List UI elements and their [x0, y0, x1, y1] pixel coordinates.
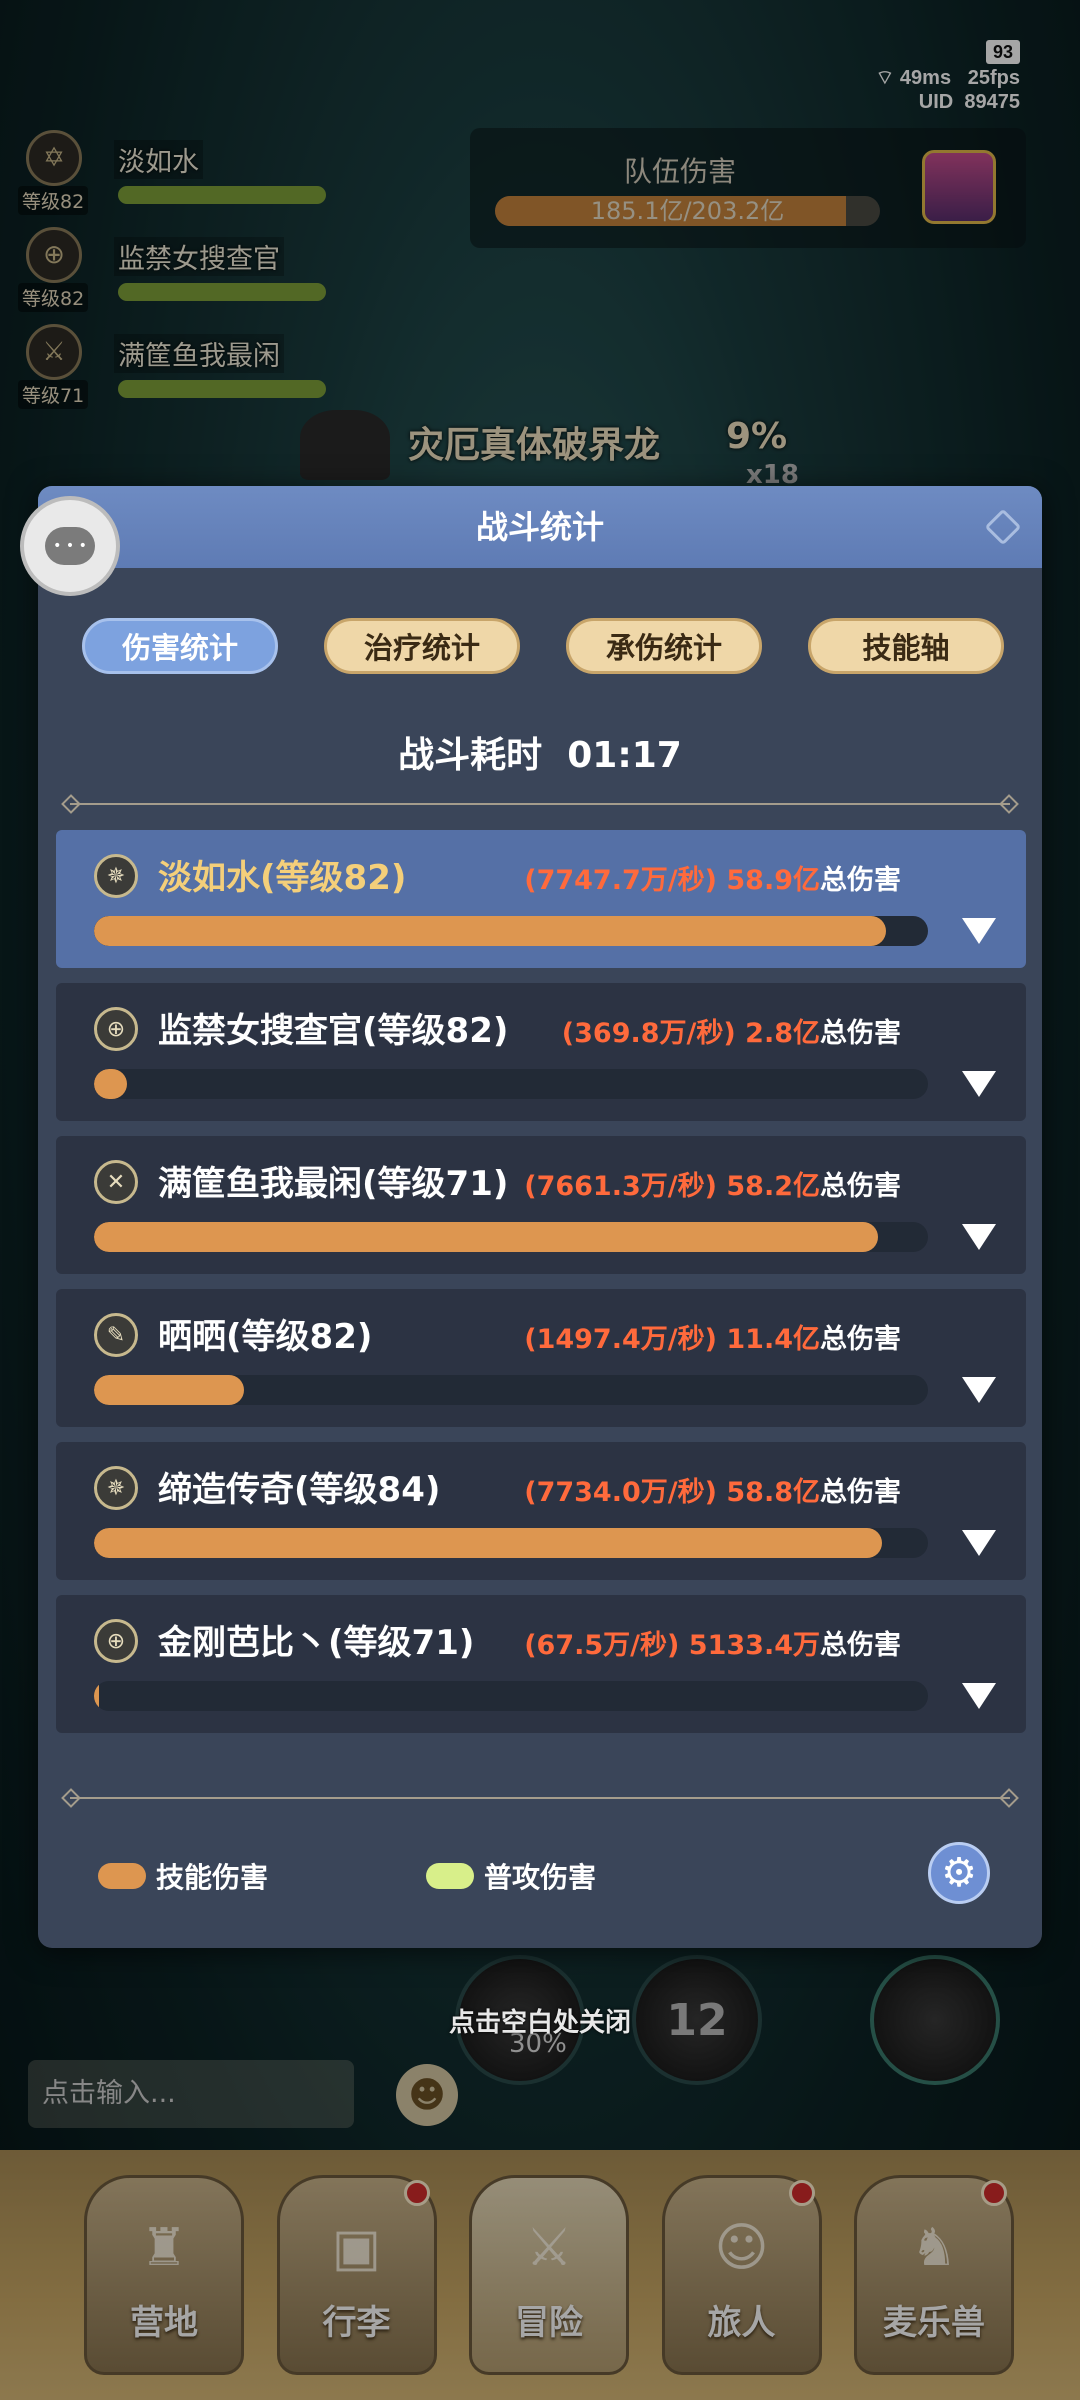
skill-damage-fill: [94, 1375, 245, 1405]
player-row[interactable]: ✎ 晒晒(等级82) (1497.4万/秒) 11.4亿总伤害: [56, 1289, 1026, 1427]
damage-bar: [94, 1222, 928, 1252]
expand-arrow-icon[interactable]: [962, 1683, 996, 1709]
player-name: 缔造传奇(等级84): [158, 1470, 441, 1510]
total-damage-label: 总伤害: [820, 1171, 901, 1202]
settings-gear-icon[interactable]: ⚙: [928, 1842, 990, 1904]
player-dps: (67.5万/秒): [524, 1630, 680, 1661]
tab-damage-taken[interactable]: 承伤统计: [566, 618, 762, 674]
battle-duration: 战斗耗时 01:17: [38, 726, 1042, 778]
cross-target-icon: ⊕: [94, 1619, 138, 1663]
player-name: 晒晒(等级82): [158, 1317, 373, 1357]
damage-bar: [94, 1069, 928, 1099]
player-total-damage: 58.9亿: [726, 865, 820, 896]
dialog-title: 战斗统计: [38, 486, 1042, 568]
player-name: 金刚芭比丶(等级71): [158, 1623, 475, 1663]
divider: [70, 1797, 1010, 1799]
legend-swatch: [98, 1863, 146, 1889]
divider: [70, 803, 1010, 805]
skill-damage-fill: [94, 1681, 99, 1711]
total-damage-label: 总伤害: [820, 1018, 901, 1049]
player-dps: (7661.3万/秒): [524, 1171, 717, 1202]
compass-star-icon: ✵: [94, 854, 138, 898]
player-damage-stats: (7734.0万/秒) 58.8亿总伤害: [524, 1470, 901, 1509]
skill-damage-fill: [94, 1222, 878, 1252]
legend-label: 普攻伤害: [484, 1861, 597, 1894]
total-damage-label: 总伤害: [820, 865, 901, 896]
player-damage-list: ✵ 淡如水(等级82) (7747.7万/秒) 58.9亿总伤害 ⊕ 监禁女搜查官(等级…: [56, 830, 1026, 1748]
player-row[interactable]: ✕ 满筐鱼我最闲(等级71) (7661.3万/秒) 58.2亿总伤害: [56, 1136, 1026, 1274]
player-damage-stats: (67.5万/秒) 5133.4万总伤害: [524, 1623, 901, 1662]
expand-arrow-icon[interactable]: [962, 918, 996, 944]
legend-swatch: [426, 1863, 475, 1889]
damage-bar: [94, 1375, 928, 1405]
player-name: 淡如水(等级82): [158, 858, 407, 898]
player-row[interactable]: ⊕ 监禁女搜查官(等级82) (369.8万/秒) 2.8亿总伤害: [56, 983, 1026, 1121]
tab-damage[interactable]: 伤害统计: [82, 618, 278, 674]
player-row[interactable]: ⊕ 金刚芭比丶(等级71) (67.5万/秒) 5133.4万总伤害: [56, 1595, 1026, 1733]
cross-target-icon: ⊕: [94, 1007, 138, 1051]
legend: 技能伤害 普攻伤害: [98, 1856, 754, 1896]
player-damage-stats: (1497.4万/秒) 11.4亿总伤害: [524, 1317, 901, 1356]
player-total-damage: 11.4亿: [726, 1324, 820, 1355]
compass-star-icon: ✵: [94, 1466, 138, 1510]
legend-label: 技能伤害: [156, 1861, 269, 1894]
skill-damage-fill: [94, 1528, 883, 1558]
close-hint: 点击空白处关闭: [448, 2008, 631, 2038]
damage-bar: [94, 1681, 928, 1711]
player-dps: (369.8万/秒): [561, 1018, 736, 1049]
player-total-damage: 58.8亿: [726, 1477, 820, 1508]
expand-arrow-icon[interactable]: [962, 1071, 996, 1097]
player-damage-stats: (369.8万/秒) 2.8亿总伤害: [562, 1011, 901, 1050]
player-dps: (7747.7万/秒): [524, 865, 717, 896]
tab-healing[interactable]: 治疗统计: [324, 618, 520, 674]
skill-damage-fill: [94, 916, 887, 946]
player-total-damage: 5133.4万: [688, 1630, 820, 1661]
wand-icon: ✎: [94, 1313, 138, 1357]
battle-duration-label: 战斗耗时: [398, 735, 543, 776]
player-row[interactable]: ✵ 淡如水(等级82) (7747.7万/秒) 58.9亿总伤害: [56, 830, 1026, 968]
player-total-damage: 2.8亿: [745, 1018, 820, 1049]
chat-icon[interactable]: [20, 496, 120, 596]
total-damage-label: 总伤害: [820, 1324, 901, 1355]
player-row[interactable]: ✵ 缔造传奇(等级84) (7734.0万/秒) 58.8亿总伤害: [56, 1442, 1026, 1580]
player-damage-stats: (7661.3万/秒) 58.2亿总伤害: [524, 1164, 901, 1203]
total-damage-label: 总伤害: [820, 1630, 901, 1661]
stats-tabs: 伤害统计 治疗统计 承伤统计 技能轴: [82, 618, 1004, 674]
player-dps: (7734.0万/秒): [524, 1477, 717, 1508]
player-total-damage: 58.2亿: [726, 1171, 820, 1202]
tab-skill-timeline[interactable]: 技能轴: [808, 618, 1004, 674]
player-name: 监禁女搜查官(等级82): [158, 1011, 509, 1051]
total-damage-label: 总伤害: [820, 1477, 901, 1508]
expand-arrow-icon[interactable]: [962, 1530, 996, 1556]
expand-arrow-icon[interactable]: [962, 1377, 996, 1403]
damage-bar: [94, 916, 928, 946]
player-dps: (1497.4万/秒): [524, 1324, 717, 1355]
skill-damage-fill: [94, 1069, 128, 1099]
player-name: 满筐鱼我最闲(等级71): [158, 1164, 509, 1204]
damage-bar: [94, 1528, 928, 1558]
battle-stats-dialog: 战斗统计 伤害统计 治疗统计 承伤统计 技能轴 战斗耗时 01:17 ✵ 淡如水(…: [38, 486, 1042, 1948]
crossed-swords-icon: ✕: [94, 1160, 138, 1204]
battle-duration-value: 01:17: [567, 735, 682, 776]
player-damage-stats: (7747.7万/秒) 58.9亿总伤害: [524, 858, 901, 897]
expand-arrow-icon[interactable]: [962, 1224, 996, 1250]
